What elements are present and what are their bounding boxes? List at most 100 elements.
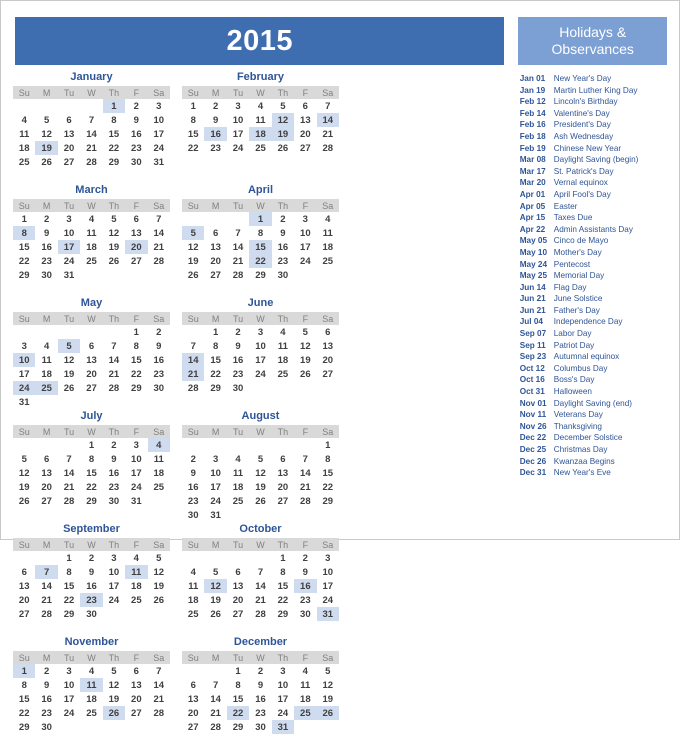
day-cell[interactable]: 18 bbox=[148, 466, 170, 480]
day-cell[interactable]: 31 bbox=[125, 494, 147, 508]
day-cell[interactable]: 28 bbox=[148, 706, 170, 720]
day-cell[interactable]: 27 bbox=[58, 155, 80, 169]
day-cell[interactable]: 18 bbox=[317, 240, 339, 254]
day-cell[interactable]: 17 bbox=[272, 692, 294, 706]
day-cell[interactable]: 14 bbox=[249, 579, 271, 593]
day-cell[interactable]: 7 bbox=[148, 664, 170, 678]
day-cell[interactable]: 27 bbox=[204, 268, 226, 282]
day-cell-holiday[interactable]: 12 bbox=[204, 579, 227, 593]
day-cell[interactable]: 16 bbox=[35, 240, 57, 254]
day-cell[interactable]: 26 bbox=[204, 607, 226, 621]
day-cell[interactable]: 21 bbox=[249, 593, 271, 607]
day-cell[interactable]: 4 bbox=[13, 113, 35, 127]
day-cell[interactable]: 19 bbox=[182, 254, 204, 268]
day-cell[interactable]: 21 bbox=[294, 480, 316, 494]
day-cell[interactable]: 22 bbox=[80, 480, 102, 494]
day-cell[interactable]: 19 bbox=[204, 593, 226, 607]
holiday-item[interactable]: Dec 22 December Solstice bbox=[520, 432, 667, 444]
day-cell[interactable]: 17 bbox=[103, 579, 125, 593]
day-cell[interactable]: 11 bbox=[80, 226, 102, 240]
day-cell[interactable]: 8 bbox=[272, 565, 294, 579]
day-cell[interactable]: 27 bbox=[294, 141, 316, 155]
day-cell[interactable]: 12 bbox=[35, 127, 57, 141]
day-cell[interactable]: 11 bbox=[182, 579, 204, 593]
day-cell-holiday[interactable]: 19 bbox=[271, 127, 295, 141]
day-cell[interactable]: 13 bbox=[13, 579, 35, 593]
holiday-item[interactable]: Nov 01 Daylight Saving (end) bbox=[520, 398, 667, 410]
day-cell-holiday[interactable]: 22 bbox=[226, 706, 250, 720]
day-cell[interactable]: 9 bbox=[227, 339, 249, 353]
day-cell[interactable]: 14 bbox=[148, 678, 170, 692]
day-cell[interactable]: 20 bbox=[35, 480, 57, 494]
day-cell[interactable]: 15 bbox=[182, 127, 204, 141]
day-cell[interactable]: 1 bbox=[317, 438, 339, 452]
day-cell[interactable]: 3 bbox=[148, 99, 170, 113]
day-cell-holiday[interactable]: 21 bbox=[182, 367, 205, 381]
day-cell[interactable]: 23 bbox=[204, 141, 226, 155]
day-cell[interactable]: 30 bbox=[103, 494, 125, 508]
day-cell-holiday[interactable]: 23 bbox=[80, 593, 103, 607]
day-cell[interactable]: 29 bbox=[317, 494, 339, 508]
day-cell[interactable]: 23 bbox=[249, 706, 271, 720]
day-cell[interactable]: 11 bbox=[294, 678, 316, 692]
day-cell[interactable]: 26 bbox=[58, 381, 80, 395]
day-cell[interactable]: 8 bbox=[125, 339, 147, 353]
day-cell[interactable]: 3 bbox=[58, 664, 80, 678]
day-cell[interactable]: 18 bbox=[80, 692, 102, 706]
day-cell[interactable]: 2 bbox=[204, 99, 226, 113]
day-cell[interactable]: 20 bbox=[13, 593, 35, 607]
day-cell[interactable]: 19 bbox=[294, 353, 316, 367]
day-cell-holiday[interactable]: 14 bbox=[182, 353, 205, 367]
day-cell-holiday[interactable]: 26 bbox=[316, 706, 339, 720]
day-cell[interactable]: 30 bbox=[294, 607, 316, 621]
day-cell[interactable]: 31 bbox=[58, 268, 80, 282]
day-cell[interactable]: 14 bbox=[80, 127, 102, 141]
day-cell[interactable]: 27 bbox=[80, 381, 102, 395]
day-cell[interactable]: 25 bbox=[148, 480, 170, 494]
day-cell[interactable]: 29 bbox=[13, 268, 35, 282]
day-cell[interactable]: 25 bbox=[227, 494, 249, 508]
day-cell[interactable]: 26 bbox=[148, 593, 170, 607]
day-cell[interactable]: 7 bbox=[80, 113, 102, 127]
day-cell[interactable]: 29 bbox=[272, 607, 294, 621]
day-cell[interactable]: 2 bbox=[227, 325, 249, 339]
day-cell[interactable]: 29 bbox=[249, 268, 271, 282]
day-cell[interactable]: 7 bbox=[317, 99, 339, 113]
day-cell[interactable]: 15 bbox=[125, 353, 147, 367]
day-cell[interactable]: 3 bbox=[294, 212, 316, 226]
holiday-item[interactable]: Oct 31 Halloween bbox=[520, 386, 667, 398]
day-cell[interactable]: 25 bbox=[272, 367, 294, 381]
day-cell[interactable]: 1 bbox=[13, 212, 35, 226]
day-cell[interactable]: 9 bbox=[125, 113, 147, 127]
day-cell-holiday[interactable]: 11 bbox=[125, 565, 148, 579]
day-cell[interactable]: 23 bbox=[103, 480, 125, 494]
day-cell[interactable]: 6 bbox=[204, 226, 226, 240]
day-cell[interactable]: 21 bbox=[35, 593, 57, 607]
day-cell[interactable]: 30 bbox=[80, 607, 102, 621]
day-cell[interactable]: 2 bbox=[148, 325, 170, 339]
holiday-item[interactable]: Jan 19 Martin Luther King Day bbox=[520, 85, 667, 97]
day-cell[interactable]: 28 bbox=[182, 381, 204, 395]
day-cell[interactable]: 20 bbox=[182, 706, 204, 720]
holiday-item[interactable]: Dec 26 Kwanzaa Begins bbox=[520, 456, 667, 468]
day-cell[interactable]: 13 bbox=[272, 466, 294, 480]
day-cell-holiday[interactable]: 10 bbox=[13, 353, 36, 367]
day-cell[interactable]: 27 bbox=[13, 607, 35, 621]
day-cell[interactable]: 13 bbox=[227, 579, 249, 593]
day-cell[interactable]: 30 bbox=[249, 720, 271, 734]
day-cell[interactable]: 14 bbox=[204, 692, 226, 706]
holiday-item[interactable]: Feb 12 Lincoln's Birthday bbox=[520, 96, 667, 108]
day-cell[interactable]: 11 bbox=[35, 353, 57, 367]
day-cell[interactable]: 14 bbox=[103, 353, 125, 367]
day-cell[interactable]: 16 bbox=[227, 353, 249, 367]
day-cell[interactable]: 15 bbox=[58, 579, 80, 593]
holiday-item[interactable]: May 05 Cinco de Mayo bbox=[520, 235, 667, 247]
day-cell[interactable]: 17 bbox=[317, 579, 339, 593]
day-cell[interactable]: 17 bbox=[204, 480, 226, 494]
day-cell[interactable]: 13 bbox=[182, 692, 204, 706]
day-cell[interactable]: 20 bbox=[80, 367, 102, 381]
day-cell[interactable]: 26 bbox=[272, 141, 294, 155]
day-cell[interactable]: 30 bbox=[35, 268, 57, 282]
day-cell[interactable]: 2 bbox=[35, 664, 57, 678]
day-cell[interactable]: 13 bbox=[317, 339, 339, 353]
